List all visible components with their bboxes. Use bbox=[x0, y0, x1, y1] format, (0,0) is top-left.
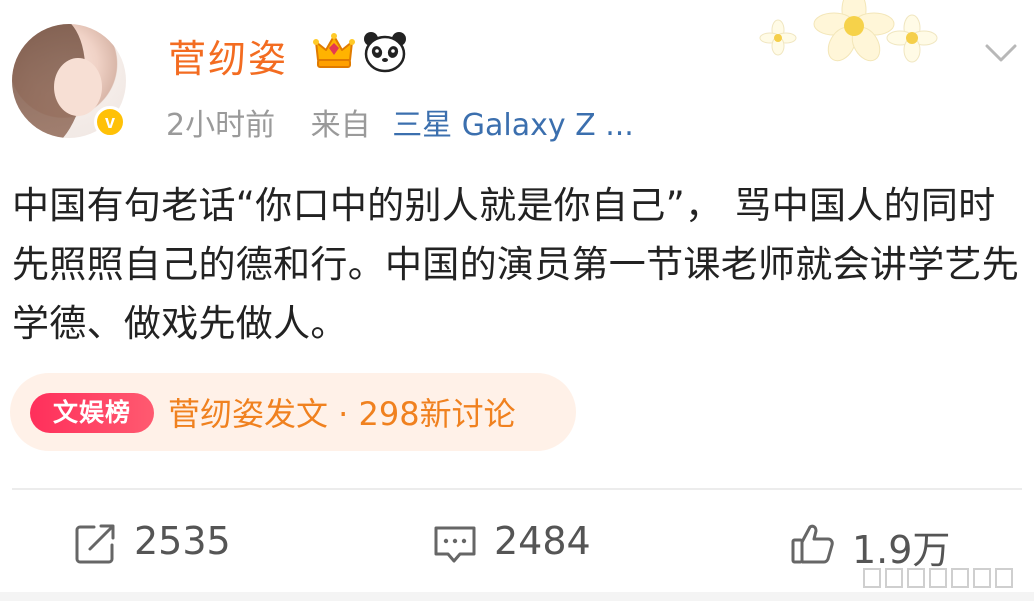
verified-badge-icon: v bbox=[94, 106, 126, 138]
topic-tag-badge: 文娱榜 bbox=[30, 393, 154, 433]
comment-count: 2484 bbox=[494, 519, 591, 563]
post-content: 中国有句老话“你口中的别人就是你自己”， 骂中国人的同时先照照自己的德和行。中国… bbox=[12, 184, 1020, 345]
decorative-flowers bbox=[734, 0, 954, 80]
crown-icon bbox=[313, 33, 355, 68]
bottom-separator bbox=[0, 592, 1034, 601]
chevron-down-icon[interactable] bbox=[984, 36, 1018, 70]
source-device-link[interactable]: 三星 Galaxy Z ... bbox=[392, 108, 634, 143]
post-time: 2小时前 bbox=[166, 108, 276, 143]
panda-icon bbox=[364, 32, 406, 73]
post-meta: 2小时前 来自 三星 Galaxy Z ... bbox=[166, 100, 634, 144]
repost-icon bbox=[75, 524, 115, 564]
source-label: 来自 bbox=[310, 108, 371, 143]
divider bbox=[12, 488, 1022, 490]
repost-count: 2535 bbox=[134, 519, 231, 563]
avatar-face bbox=[54, 58, 102, 116]
topic-text: 菅纫姿发文 · 298新讨论 bbox=[168, 395, 516, 433]
watermark bbox=[863, 568, 1013, 588]
topic-chip[interactable]: 文娱榜 菅纫姿发文 · 298新讨论 bbox=[10, 373, 576, 451]
username[interactable]: 菅纫姿 bbox=[168, 28, 288, 83]
weibo-post-card: v 菅纫姿 2小时前 来自 三星 Galaxy Z ... 中国有句老话“你口中… bbox=[0, 0, 1034, 601]
comment-icon bbox=[434, 526, 476, 563]
thumbs-up-icon bbox=[791, 524, 834, 564]
